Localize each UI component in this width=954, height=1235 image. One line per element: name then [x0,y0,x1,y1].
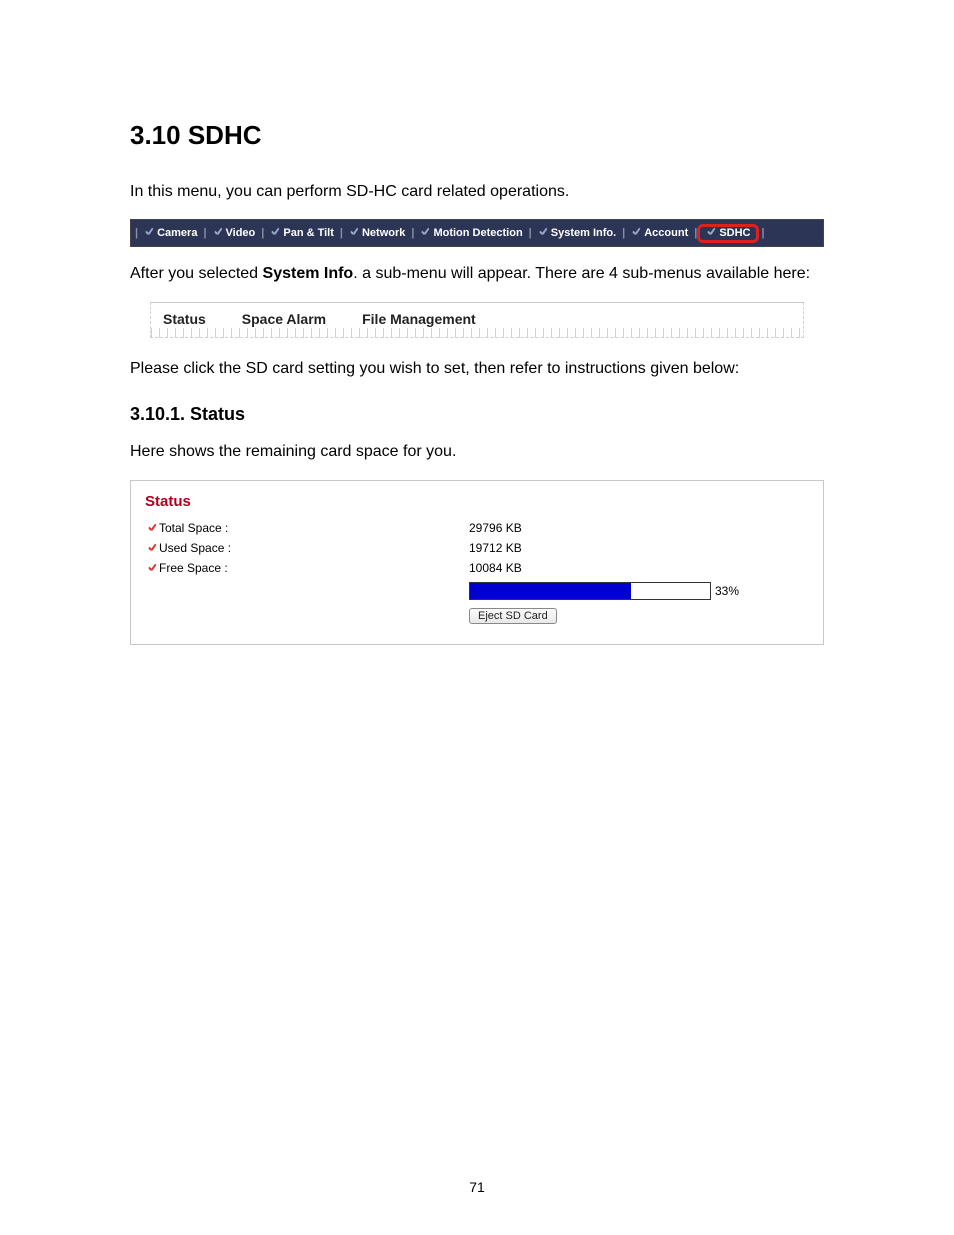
nav-item-label: Video [226,227,256,239]
nav-separator: | [409,227,416,239]
nav-separator: | [759,227,766,239]
nav-highlight: SDHC [697,224,759,243]
nav-item-sdhc[interactable]: SDHC [702,227,754,240]
check-icon [349,227,359,240]
text-bold: System Info [263,265,354,282]
status-value: 29796 KB [469,518,522,538]
nav-item-system-info-[interactable]: System Info. [534,227,620,240]
subsection-heading: 3.10.1. Status [130,404,824,425]
status-row: Used Space :19712 KB [145,538,809,558]
status-value: 10084 KB [469,558,522,578]
section-heading: 3.10 SDHC [130,120,824,151]
submenu-item-status[interactable]: Status [163,311,206,327]
nav-item-motion-detection[interactable]: Motion Detection [416,227,526,240]
check-icon [144,227,154,240]
status-value: 19712 KB [469,538,522,558]
nav-item-label: Motion Detection [433,227,522,239]
nav-separator: | [201,227,208,239]
after-nav-paragraph: After you selected System Info. a sub-me… [130,263,824,285]
text-pre: After you selected [130,265,263,282]
check-icon [213,227,223,240]
status-row: Total Space :29796 KB [145,518,809,538]
check-icon [538,227,548,240]
nav-item-label: Pan & Tilt [283,227,334,239]
status-label: Free Space : [159,558,469,578]
top-navbar: |Camera|Video|Pan & Tilt|Network|Motion … [130,219,824,247]
nav-separator: | [620,227,627,239]
nav-item-camera[interactable]: Camera [140,227,201,240]
status-label: Used Space : [159,538,469,558]
subsection-body: Here shows the remaining card space for … [130,441,824,463]
nav-separator: | [259,227,266,239]
check-icon [145,543,159,553]
status-label: Total Space : [159,518,469,538]
nav-item-label: Camera [157,227,197,239]
nav-item-network[interactable]: Network [345,227,409,240]
submenu-item-file-management[interactable]: File Management [362,311,476,327]
status-row: Free Space :10084 KB [145,558,809,578]
nav-separator: | [133,227,140,239]
submenu-item-space-alarm[interactable]: Space Alarm [242,311,326,327]
check-icon [706,227,716,240]
nav-item-video[interactable]: Video [209,227,260,240]
instruction-paragraph: Please click the SD card setting you wis… [130,358,824,380]
check-icon [420,227,430,240]
page-number: 71 [0,1179,954,1195]
nav-item-label: Network [362,227,405,239]
nav-item-pan-tilt[interactable]: Pan & Tilt [266,227,338,240]
nav-item-label: System Info. [551,227,616,239]
check-icon [270,227,280,240]
progress-percent-label: 33% [715,584,739,598]
nav-item-account[interactable]: Account [627,227,692,240]
text-post: . a sub-menu will appear. There are 4 su… [353,265,810,282]
intro-paragraph: In this menu, you can perform SD-HC card… [130,181,824,203]
progress-bar [469,582,711,600]
nav-separator: | [338,227,345,239]
nav-item-label: SDHC [719,227,750,239]
check-icon [145,563,159,573]
check-icon [631,227,641,240]
progress-row: 33% [469,582,809,600]
panel-title: Status [145,493,809,510]
submenu-bar: Status Space Alarm File Management [150,302,804,338]
check-icon [145,523,159,533]
status-panel: Status Total Space :29796 KBUsed Space :… [130,480,824,645]
eject-sd-button[interactable]: Eject SD Card [469,608,557,624]
nav-separator: | [527,227,534,239]
nav-item-label: Account [644,227,688,239]
progress-fill [470,583,631,599]
